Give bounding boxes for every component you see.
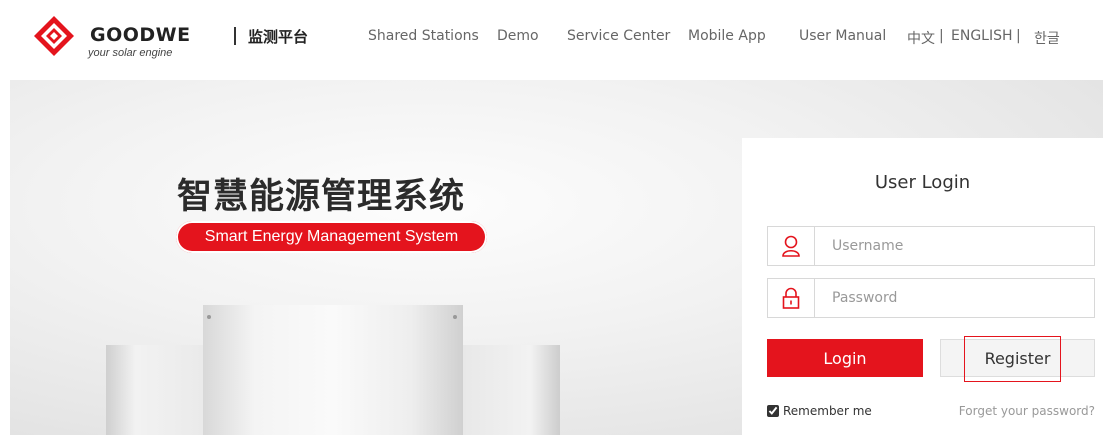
login-title: User Login <box>874 172 971 193</box>
register-button[interactable]: Register <box>940 339 1095 377</box>
goodwe-logo[interactable]: GOODWE your solar engine <box>32 12 222 64</box>
login-panel: User Login Login Register Remember me Fo… <box>742 138 1103 435</box>
hero-subtitle-badge: Smart Energy Management System <box>176 221 487 253</box>
hero-title-cn: 智慧能源管理系统 <box>177 177 466 217</box>
login-button[interactable]: Login <box>767 339 923 377</box>
user-icon <box>768 227 815 265</box>
solar-panel-left <box>106 345 204 435</box>
forgot-password-link[interactable]: Forget your password? <box>959 404 1095 418</box>
goodwe-diamond-icon <box>34 16 74 56</box>
platform-name: 监测平台 <box>248 28 309 46</box>
nav-service-center[interactable]: Service Center <box>567 28 670 44</box>
header: GOODWE your solar engine 监测平台 Shared Sta… <box>0 0 1103 78</box>
header-divider <box>234 27 236 45</box>
remember-me-label: Remember me <box>783 404 872 418</box>
nav-user-manual[interactable]: User Manual <box>799 28 886 44</box>
lang-korean[interactable]: 한글 <box>1034 28 1060 48</box>
logo-tagline: your solar engine <box>88 47 173 59</box>
remember-me[interactable]: Remember me <box>767 404 872 418</box>
username-input[interactable] <box>815 227 1102 265</box>
password-input[interactable] <box>815 279 1102 317</box>
lang-chinese[interactable]: 中文 <box>907 28 935 48</box>
panel-screw <box>207 315 211 319</box>
panel-screw <box>453 315 457 319</box>
remember-me-checkbox[interactable] <box>767 405 779 417</box>
lock-icon <box>768 279 815 317</box>
lang-english[interactable]: ENGLISH <box>951 28 1013 44</box>
password-field <box>767 278 1102 318</box>
nav-shared-stations[interactable]: Shared Stations <box>368 28 479 44</box>
username-field <box>767 226 1102 266</box>
solar-panel-right <box>462 345 560 435</box>
solar-panel-center <box>203 305 463 435</box>
nav-demo[interactable]: Demo <box>497 28 539 44</box>
lang-separator: | <box>1016 28 1021 44</box>
lang-separator: | <box>939 28 944 44</box>
nav-mobile-app[interactable]: Mobile App <box>688 28 766 44</box>
logo-wordmark: GOODWE <box>90 24 191 46</box>
